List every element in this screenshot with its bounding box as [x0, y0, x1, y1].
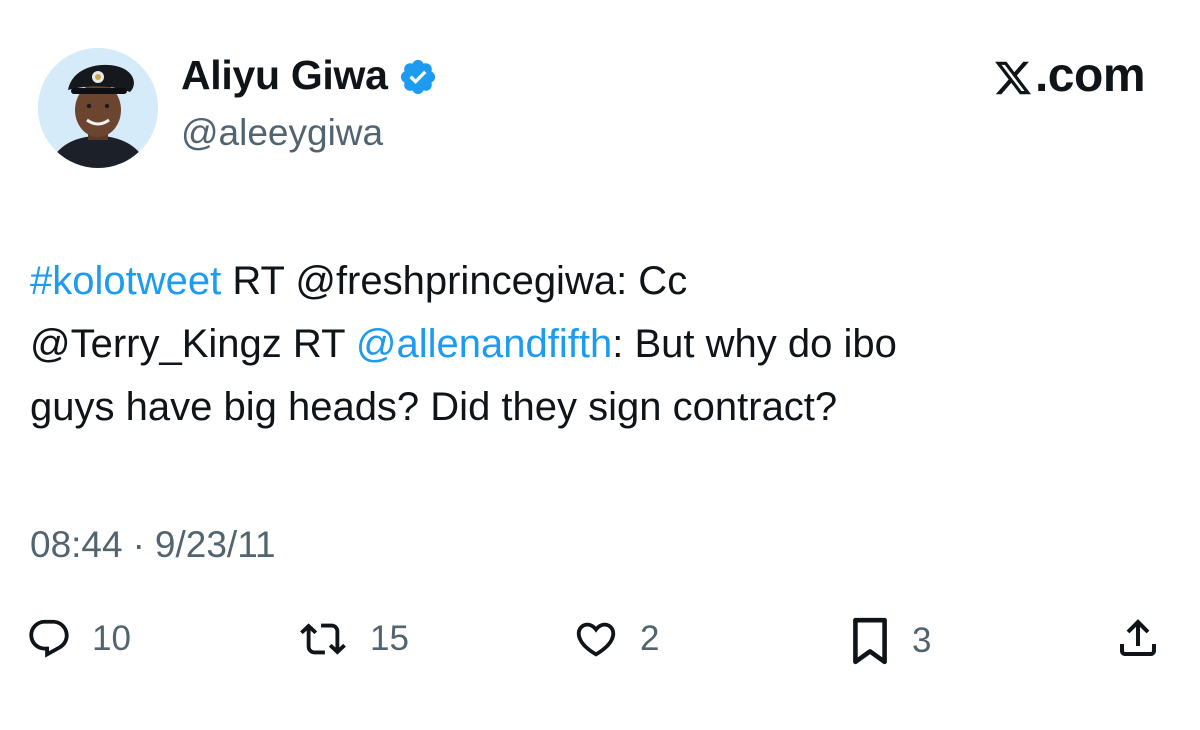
- author-display-name[interactable]: Aliyu Giwa: [181, 52, 388, 99]
- tweet-text-line-3: guys have big heads? Did they sign contr…: [30, 376, 1170, 439]
- tweet-date: 9/23/11: [154, 524, 276, 565]
- tweet-time: 08:44: [30, 524, 123, 565]
- tweet-actions: 10 15 2 3: [0, 612, 1200, 672]
- reply-button[interactable]: 10: [26, 616, 131, 662]
- tweet-card: Aliyu Giwa @aleeygiwa .com #kolotweet RT…: [0, 0, 1200, 730]
- reply-icon: [29, 619, 69, 658]
- meta-separator: ·: [132, 524, 145, 565]
- author-name-row: Aliyu Giwa: [181, 52, 438, 99]
- brand-label: .com: [1034, 49, 1146, 102]
- bookmark-button[interactable]: 3: [848, 616, 931, 666]
- bookmark-count: 3: [912, 621, 932, 660]
- x-logo-icon: [995, 61, 1032, 94]
- tweet-text-segment: RT @freshprincegiwa: Cc: [221, 259, 688, 303]
- retweet-icon: [300, 623, 346, 655]
- author-avatar[interactable]: [38, 48, 158, 168]
- hashtag-link[interactable]: #kolotweet: [30, 259, 221, 303]
- author-handle[interactable]: @aleeygiwa: [181, 112, 383, 154]
- like-button[interactable]: 2: [572, 616, 659, 662]
- profile-photo-icon: [38, 48, 158, 168]
- heart-icon: [576, 622, 616, 657]
- reply-count: 10: [92, 619, 131, 658]
- tweet-text: #kolotweet RT @freshprincegiwa: Cc @Terr…: [30, 250, 1170, 439]
- share-button[interactable]: [1114, 614, 1162, 662]
- mention-link[interactable]: @allenandfifth: [356, 322, 612, 366]
- retweet-count: 15: [370, 619, 409, 658]
- tweet-timestamp[interactable]: 08:44 · 9/23/11: [30, 524, 276, 566]
- brand-mark: .com: [993, 48, 1146, 103]
- verified-badge-icon: [400, 59, 435, 95]
- tweet-text-segment: guys have big heads? Did they sign contr…: [30, 385, 838, 429]
- like-count: 2: [640, 619, 660, 658]
- tweet-text-segment: : But why do ibo: [612, 322, 897, 366]
- retweet-button[interactable]: 15: [296, 616, 409, 662]
- share-icon: [1120, 619, 1156, 656]
- tweet-text-segment: @Terry_Kingz RT: [30, 322, 356, 366]
- bookmark-icon: [853, 617, 887, 665]
- tweet-text-line-1: #kolotweet RT @freshprincegiwa: Cc: [30, 250, 1170, 313]
- tweet-text-line-2: @Terry_Kingz RT @allenandfifth: But why …: [30, 313, 1170, 376]
